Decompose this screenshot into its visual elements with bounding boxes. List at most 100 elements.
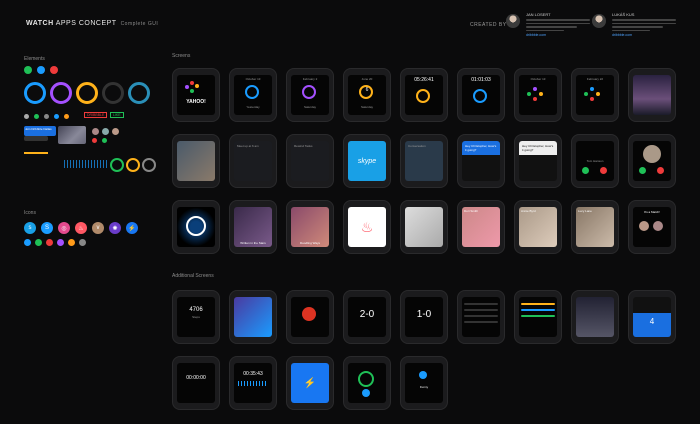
small-icon xyxy=(57,239,64,246)
watch-screen-dial[interactable]: October 13 xyxy=(514,68,562,122)
yahoo-icon[interactable]: ✺ xyxy=(109,222,121,234)
tinder-icon: ♨ xyxy=(360,218,374,235)
watch-screen-vine[interactable]: Doodling Ways xyxy=(286,200,334,254)
status-dot xyxy=(34,114,39,119)
created-by-label: CREATED BY xyxy=(470,22,507,28)
small-icon xyxy=(68,239,75,246)
like-tag: LIKE xyxy=(110,112,124,118)
section-elements: Elements xyxy=(24,56,45,62)
watch-screen-tinder[interactable]: ♨ xyxy=(343,200,391,254)
ring-small xyxy=(110,158,124,172)
watch-screen-calendar[interactable]: February 2 Saturday xyxy=(286,68,334,122)
watch-screen-profile[interactable]: Annie Byrd xyxy=(514,200,562,254)
watch-screen-call[interactable]: Tom Hanson xyxy=(571,134,619,188)
watch-screen-profile[interactable]: Dori Smith xyxy=(457,200,505,254)
watch-screen-club[interactable] xyxy=(286,290,334,344)
small-icon xyxy=(35,239,42,246)
progress-ring xyxy=(76,82,98,104)
avatar xyxy=(92,128,99,135)
watch-screen-dial[interactable]: February 22 xyxy=(571,68,619,122)
messenger-icon: ⚡ xyxy=(303,377,317,389)
progress-ring xyxy=(128,82,150,104)
avatar xyxy=(592,14,606,28)
watch-screen-match[interactable]: It's a Match! xyxy=(628,200,676,254)
watch-screen-activity[interactable] xyxy=(343,356,391,410)
author-card: LUKÁŠ KUS dribbble.com xyxy=(592,12,676,37)
watch-screen-list[interactable] xyxy=(457,290,505,344)
dribbble-icon[interactable]: ◎ xyxy=(58,222,70,234)
elements-panel: DRIBBBLE LIKE Join Dribbble Dallas xyxy=(24,66,164,206)
watch-screen-photos[interactable] xyxy=(172,134,220,188)
skype-icon[interactable]: s xyxy=(24,222,36,234)
watch-screen-timer[interactable]: 01:01:03 xyxy=(457,68,505,122)
author-link[interactable]: dribbble.com xyxy=(612,33,676,37)
shazam-icon[interactable]: S xyxy=(41,222,53,234)
small-icon xyxy=(24,239,31,246)
watch-screen-timer[interactable]: 05:26:41 xyxy=(400,68,448,122)
watch-screen-yahoo[interactable]: YAHOO! xyxy=(172,68,220,122)
messenger-icon[interactable]: ⚡ xyxy=(126,222,138,234)
watch-screen-calendar[interactable]: October 13 Yesterday xyxy=(229,68,277,122)
watch-screen-call[interactable] xyxy=(628,134,676,188)
avatar xyxy=(506,14,520,28)
waveform xyxy=(64,160,108,168)
author-card: JAN LOSERT dribbble.com xyxy=(506,12,590,37)
author-name: JAN LOSERT xyxy=(526,12,551,17)
watch-screen-voice[interactable]: Funny xyxy=(400,356,448,410)
watch-screen-cards[interactable] xyxy=(229,290,277,344)
phone-icon[interactable] xyxy=(24,66,32,74)
author-link[interactable]: dribbble.com xyxy=(526,33,590,37)
watch-screen-skype[interactable]: skype xyxy=(343,134,391,188)
status-dot xyxy=(64,114,69,119)
dribbble-tag: DRIBBBLE xyxy=(84,112,108,118)
watch-screen-profile[interactable]: Lucy Lane xyxy=(571,200,619,254)
watch-screen-message[interactable]: Meet up at 6 am xyxy=(229,134,277,188)
check-icon[interactable] xyxy=(102,138,107,143)
watch-screen-shazam[interactable] xyxy=(172,200,220,254)
watch-screen-twitter[interactable] xyxy=(571,290,619,344)
watch-screen-calendar[interactable]: June 20 6 Saturday xyxy=(343,68,391,122)
vine-icon[interactable]: v xyxy=(92,222,104,234)
avatar xyxy=(102,128,109,135)
watch-screen-tasks[interactable]: Rewind Tasks xyxy=(286,134,334,188)
watch-screen-profile[interactable] xyxy=(400,200,448,254)
section-additional-screens: Additional Screens xyxy=(172,273,214,279)
small-icon xyxy=(79,239,86,246)
author-name: LUKÁŠ KUS xyxy=(612,12,635,17)
watch-screen-stopwatch[interactable]: 00:00:00 xyxy=(172,356,220,410)
avatar xyxy=(112,128,119,135)
watch-screen-steps[interactable]: 4706 Steps xyxy=(172,290,220,344)
status-dot xyxy=(54,114,59,119)
thumbnail-image xyxy=(58,126,86,144)
bubble xyxy=(24,136,48,141)
icons-panel: s S ◎ ♨ v ✺ ⚡ xyxy=(24,222,164,252)
progress-ring xyxy=(102,82,124,104)
watch-screen-music[interactable]: Written in the Stars xyxy=(229,200,277,254)
watch-screen-chat[interactable]: Hey Christopher, How's it going? xyxy=(457,134,505,188)
tinder-icon[interactable]: ♨ xyxy=(75,222,87,234)
section-screens: Screens xyxy=(172,53,191,59)
notification-pill[interactable]: Join Dribbble Dallas xyxy=(24,126,56,136)
progress-ring xyxy=(24,82,46,104)
progress-bar xyxy=(24,152,48,154)
watch-screen-conversation[interactable]: Conversation xyxy=(400,134,448,188)
status-dot xyxy=(44,114,49,119)
watch-screen-weather[interactable]: 4 xyxy=(628,290,676,344)
watch-screen-messenger[interactable]: ⚡ xyxy=(286,356,334,410)
watch-screen-recorder[interactable]: 00:35:43 xyxy=(229,356,277,410)
ring-small xyxy=(126,158,140,172)
hangup-icon[interactable] xyxy=(50,66,58,74)
section-icons: Icons xyxy=(24,210,36,216)
watch-screen-score[interactable]: 1-0 xyxy=(400,290,448,344)
moon-icon xyxy=(24,114,29,119)
watch-screen-stats[interactable] xyxy=(514,290,562,344)
small-icon xyxy=(46,239,53,246)
watch-screen-score[interactable]: 2-0 xyxy=(343,290,391,344)
watch-screen-wallpaper[interactable] xyxy=(628,68,676,122)
app-title: WATCH APPS CONCEPT Complete GUI xyxy=(26,20,159,27)
watch-screen-chat[interactable]: Hey Christopher, How's it going? xyxy=(514,134,562,188)
mic-icon[interactable] xyxy=(37,66,45,74)
progress-ring xyxy=(50,82,72,104)
ring-small xyxy=(142,158,156,172)
close-icon[interactable] xyxy=(92,138,97,143)
